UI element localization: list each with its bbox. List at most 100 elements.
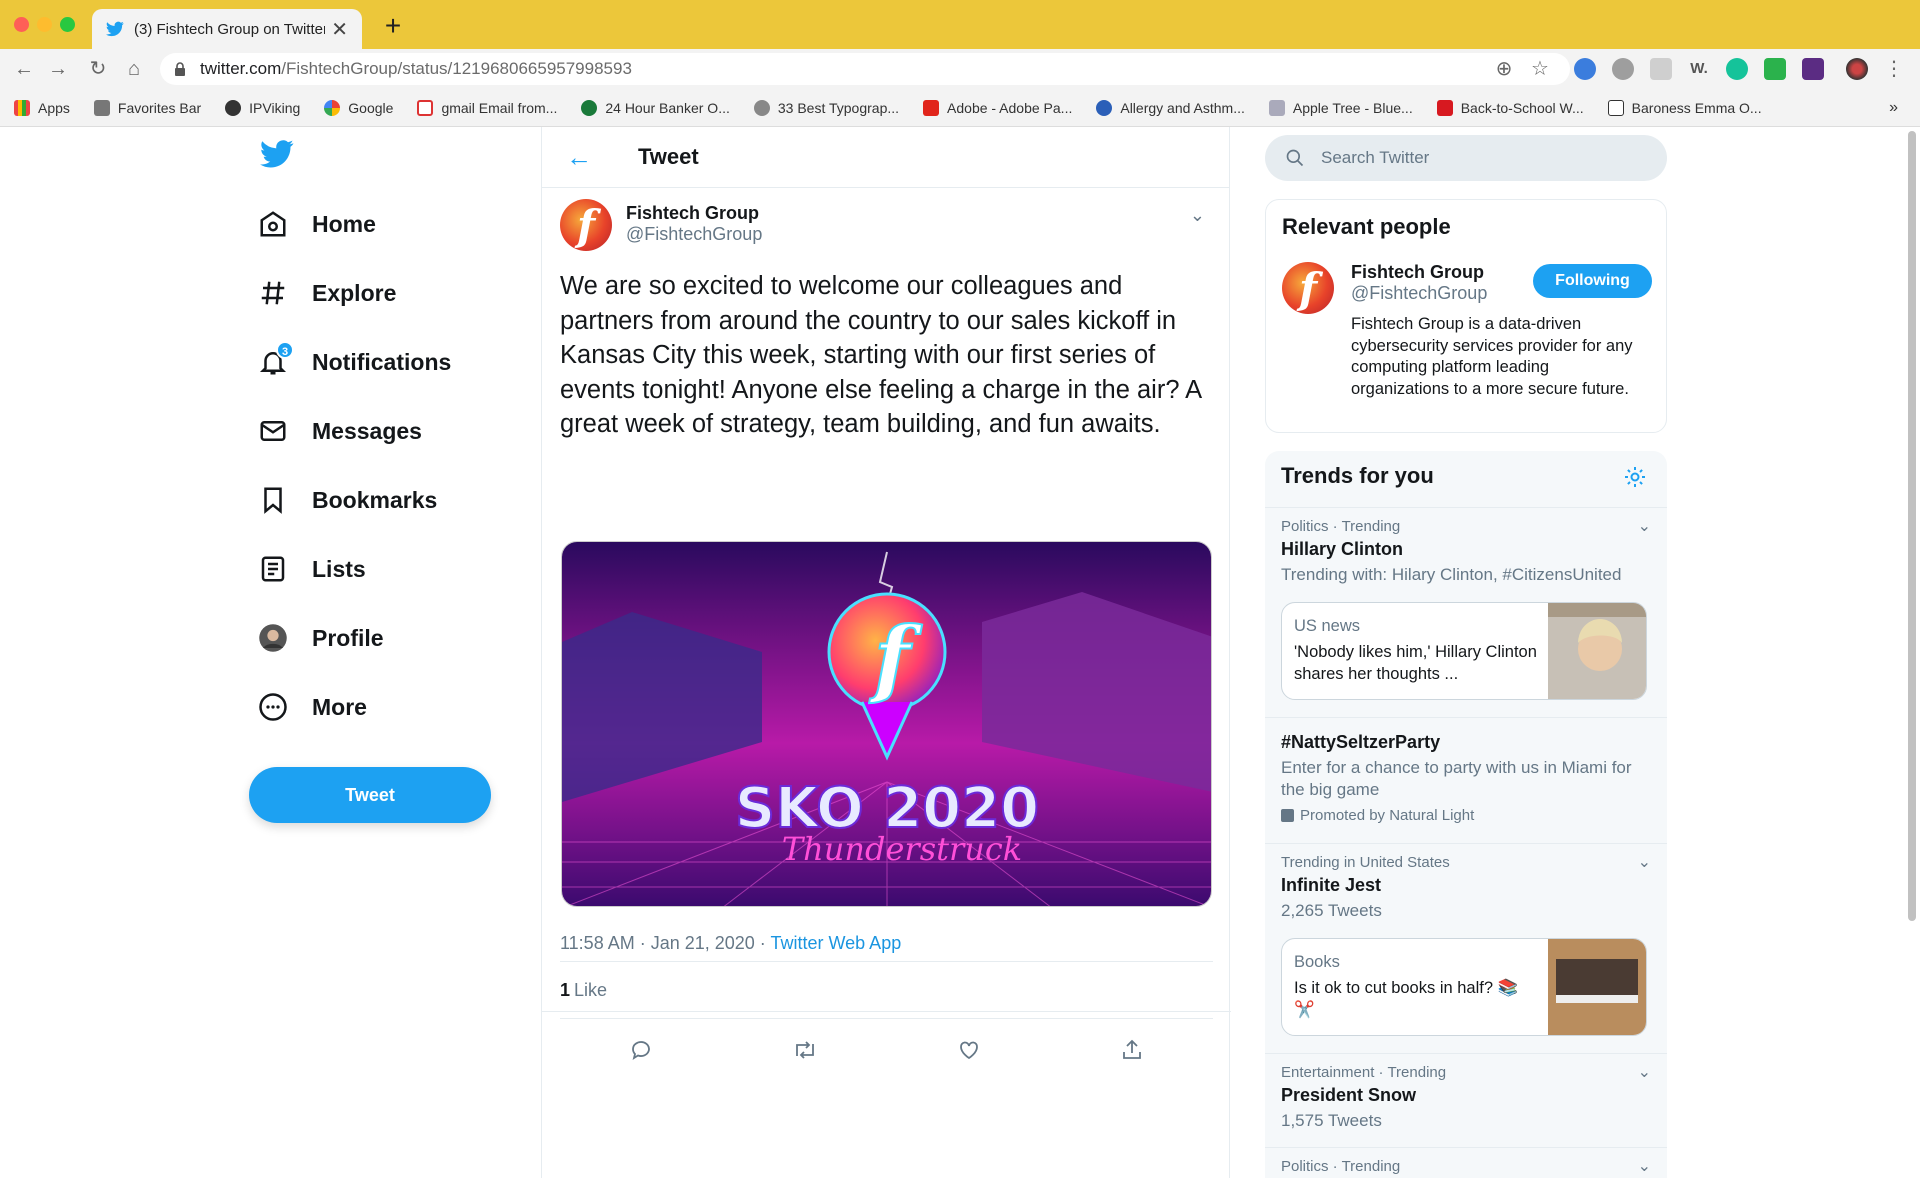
bookmark-item[interactable]: 33 Best Typograp...: [753, 99, 899, 116]
bookmark-label: Google: [348, 99, 394, 116]
trend-item[interactable]: Trending in United States ⌄ Infinite Jes…: [1265, 843, 1667, 1053]
nav-label: Notifications: [312, 348, 452, 375]
tweet-author[interactable]: Fishtech Group @FishtechGroup: [560, 199, 762, 251]
bookmark-item[interactable]: Apple Tree - Blue...: [1268, 99, 1413, 116]
twitter-logo-icon[interactable]: [260, 139, 294, 169]
nav-profile[interactable]: Profile: [258, 613, 384, 663]
retweet-icon[interactable]: [792, 1038, 818, 1062]
bookmark-apps[interactable]: Apps: [14, 99, 70, 116]
bookmark-item[interactable]: Google: [324, 99, 394, 116]
add-icon[interactable]: ⊕: [1492, 57, 1516, 81]
trend-subtitle: 2,265 Tweets: [1281, 901, 1382, 920]
heart-icon[interactable]: [957, 1038, 981, 1062]
browser-toolbar: ← → ↻ ⌂ twitter.com/FishtechGroup/status…: [0, 49, 1920, 89]
promoted-text: Promoted by Natural Light: [1300, 807, 1475, 824]
extension-icon[interactable]: [1612, 58, 1634, 80]
bell-icon: 3: [258, 341, 294, 377]
back-arrow-icon[interactable]: ←: [12, 57, 36, 81]
following-button[interactable]: Following: [1533, 264, 1652, 298]
chevron-down-icon[interactable]: ⌄: [1638, 852, 1651, 872]
chevron-down-icon[interactable]: ⌄: [1638, 1062, 1651, 1082]
chevron-down-icon[interactable]: ⌄: [1638, 1156, 1651, 1176]
bookmark-star-icon[interactable]: ☆: [1528, 57, 1552, 81]
bookmark-item[interactable]: Adobe - Adobe Pa...: [923, 99, 1072, 116]
card-text: 'Nobody likes him,' Hillary Clinton shar…: [1294, 643, 1537, 683]
bookmark-label: Allergy and Asthm...: [1120, 99, 1245, 116]
bookmark-label: gmail Email from...: [441, 99, 558, 116]
share-icon[interactable]: [1120, 1038, 1144, 1062]
browser-menu-icon[interactable]: ⋮: [1882, 57, 1906, 81]
close-window-button[interactable]: [14, 17, 29, 32]
nav-messages[interactable]: Messages: [258, 406, 422, 456]
bookmark-label: 24 Hour Banker O...: [605, 99, 730, 116]
scrollbar[interactable]: [1908, 131, 1916, 921]
extension-icon[interactable]: [1802, 58, 1824, 80]
minimize-window-button[interactable]: [37, 17, 52, 32]
nav-bookmarks[interactable]: Bookmarks: [258, 475, 437, 525]
tweet-text: We are so excited to welcome our colleag…: [560, 272, 1201, 438]
bookmark-item[interactable]: Back-to-School W...: [1436, 99, 1584, 116]
search-input[interactable]: Search Twitter: [1265, 135, 1667, 181]
tweet-image[interactable]: f SKO 2020 Thunderstruck: [561, 541, 1212, 907]
media-subtitle: Thunderstruck: [782, 830, 1022, 868]
bookmark-item[interactable]: IPViking: [225, 99, 300, 116]
promoted-trend[interactable]: #NattySeltzerParty Enter for a chance to…: [1265, 717, 1667, 843]
new-tab-button[interactable]: +: [378, 12, 408, 42]
user-avatar[interactable]: [1282, 262, 1334, 314]
nav-notifications[interactable]: 3 Notifications: [258, 337, 451, 387]
extension-w-icon[interactable]: W.: [1688, 58, 1710, 80]
bookmark-item[interactable]: gmail Email from...: [417, 99, 558, 116]
tree-icon: [1268, 99, 1285, 116]
nav-home[interactable]: Home: [258, 199, 376, 249]
bookmark-item[interactable]: 24 Hour Banker O...: [581, 99, 730, 116]
chevron-down-icon[interactable]: ⌄: [1638, 516, 1651, 536]
back-arrow-icon[interactable]: ←: [566, 142, 606, 173]
adobe-icon: [923, 99, 940, 116]
reply-icon[interactable]: [629, 1038, 653, 1062]
bookmark-item[interactable]: Baroness Emma O...: [1607, 99, 1762, 116]
address-bar[interactable]: twitter.com/FishtechGroup/status/1219680…: [160, 53, 1570, 85]
trend-subtitle: Trending with: Hilary Clinton, #Citizens…: [1281, 565, 1622, 584]
trend-item[interactable]: Politics · Trending ⌄ Hillary Clinton Tr…: [1265, 507, 1667, 717]
tweet-source-link[interactable]: Twitter Web App: [770, 933, 901, 953]
browser-tab[interactable]: (3) Fishtech Group on Twitter: ✕: [92, 9, 362, 49]
grammarly-icon[interactable]: [1726, 58, 1748, 80]
nav-explore[interactable]: Explore: [258, 268, 396, 318]
nav-lists[interactable]: Lists: [258, 544, 366, 594]
twitter-favicon-icon: [106, 21, 124, 37]
author-name[interactable]: Fishtech Group: [626, 203, 762, 224]
profile-avatar[interactable]: [1846, 58, 1868, 80]
extension-icon[interactable]: [1764, 58, 1786, 80]
tweet-timestamp[interactable]: 11:58 AM · Jan 21, 2020 ·: [560, 933, 770, 953]
news-card[interactable]: US news 'Nobody likes him,' Hillary Clin…: [1281, 602, 1647, 700]
gear-icon[interactable]: [1623, 465, 1647, 489]
bookmark-icon: [258, 485, 288, 515]
extension-icon[interactable]: [1574, 58, 1596, 80]
forward-arrow-icon[interactable]: →: [46, 57, 70, 81]
home-browser-icon[interactable]: ⌂: [122, 57, 146, 81]
author-handle[interactable]: @FishtechGroup: [626, 224, 762, 245]
trend-item[interactable]: Entertainment · Trending ⌄ President Sno…: [1265, 1053, 1667, 1147]
chevron-down-icon[interactable]: ⌄: [1190, 205, 1205, 226]
bookmark-item[interactable]: Allergy and Asthm...: [1096, 99, 1245, 116]
close-tab-icon[interactable]: ✕: [331, 17, 348, 42]
more-bookmarks-button[interactable]: »: [1889, 99, 1898, 117]
tweet-button[interactable]: Tweet: [249, 767, 491, 823]
card-category: Books: [1294, 953, 1340, 971]
tweet-meta: 11:58 AM · Jan 21, 2020 · Twitter Web Ap…: [560, 933, 901, 954]
trend-item[interactable]: Politics · Trending ⌄: [1265, 1147, 1667, 1178]
nav-more[interactable]: More: [258, 682, 367, 732]
user-handle[interactable]: @FishtechGroup: [1351, 283, 1487, 304]
news-card[interactable]: Books Is it ok to cut books in half? 📚 ✂…: [1281, 938, 1647, 1036]
extension-icon[interactable]: [1650, 58, 1672, 80]
globe-icon: [225, 99, 242, 116]
zoom-window-button[interactable]: [60, 17, 75, 32]
more-icon: [258, 692, 288, 722]
bookmark-label: Apple Tree - Blue...: [1292, 99, 1413, 116]
author-avatar[interactable]: [560, 199, 612, 251]
trend-name: Hillary Clinton: [1281, 539, 1404, 559]
user-name[interactable]: Fishtech Group: [1351, 262, 1487, 283]
reload-icon[interactable]: ↻: [86, 57, 110, 81]
bookmark-folder[interactable]: Favorites Bar: [93, 99, 201, 116]
user-bio: Fishtech Group is a data-driven cybersec…: [1351, 315, 1633, 398]
